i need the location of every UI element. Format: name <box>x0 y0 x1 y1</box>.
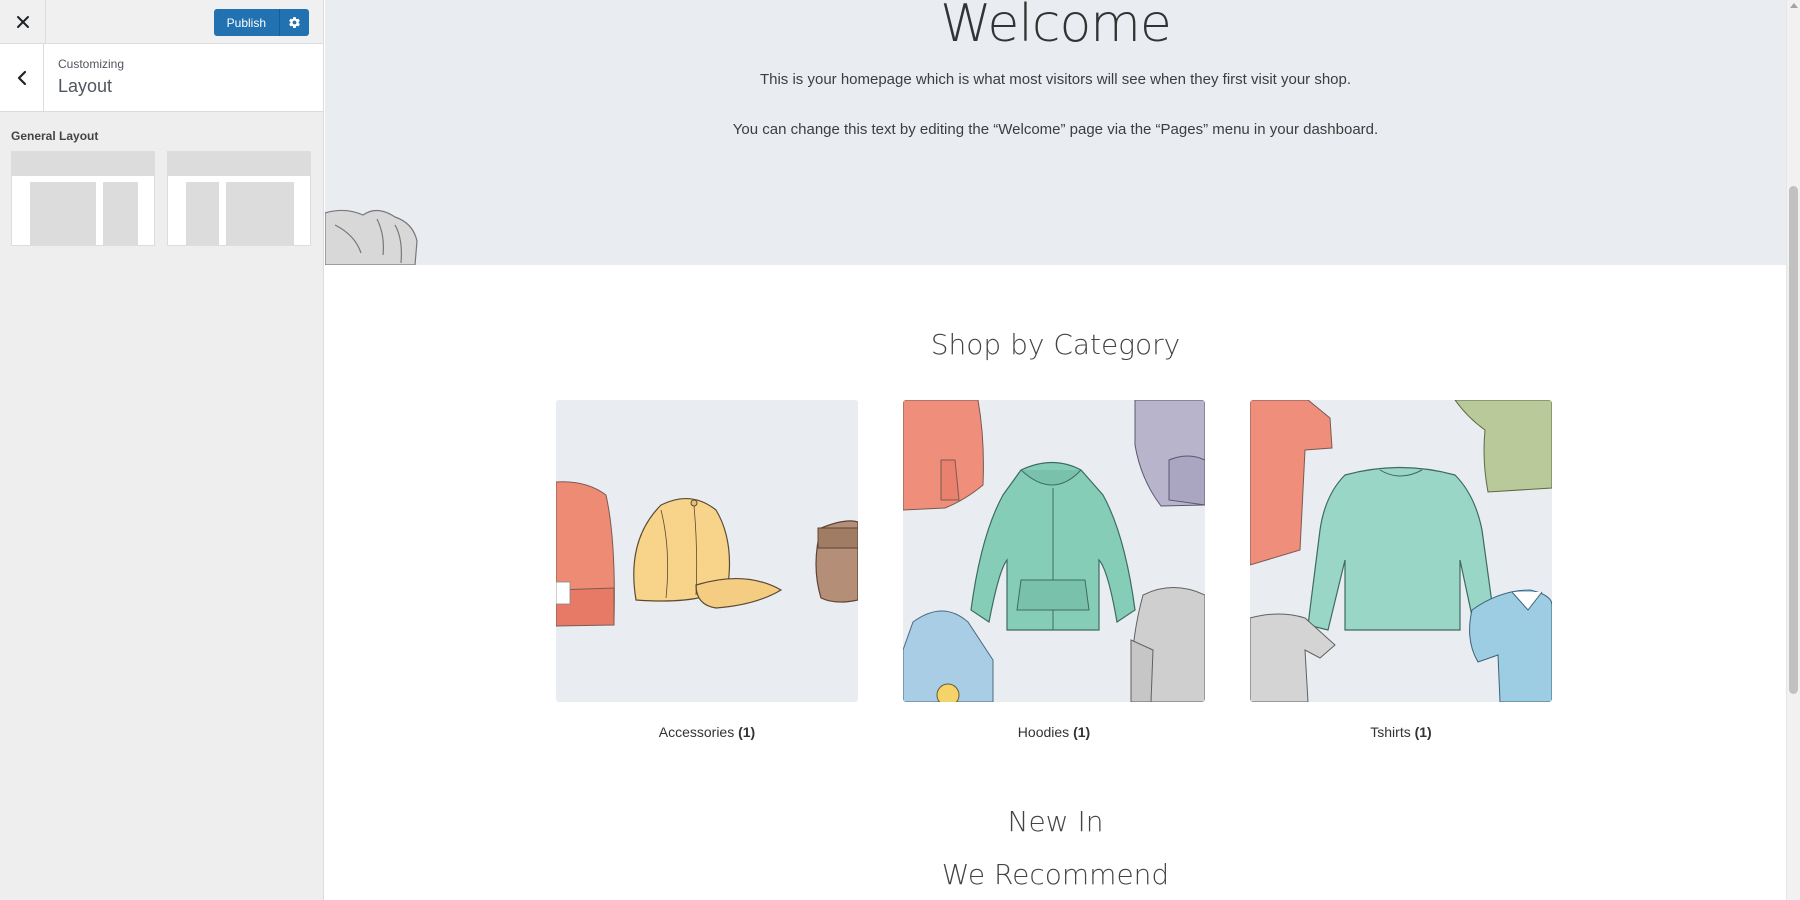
new-in-title: New In <box>1007 805 1104 838</box>
layout-sidebar-block <box>103 182 138 245</box>
layout-options <box>11 151 323 246</box>
preview-scrollbar[interactable] <box>1786 0 1800 900</box>
category-label[interactable]: Hoodies (1) <box>903 724 1205 740</box>
tshirts-image[interactable] <box>1250 400 1552 702</box>
scrollbar-thumb[interactable] <box>1789 186 1798 694</box>
chevron-left-icon <box>17 70 26 85</box>
back-button[interactable] <box>0 44 44 111</box>
accessories-image[interactable] <box>556 400 858 702</box>
page-title: Welcome <box>940 0 1172 54</box>
gear-icon <box>289 17 300 28</box>
layout-header-block <box>168 152 310 176</box>
category-count: (1) <box>1073 724 1091 740</box>
category-card-accessories[interactable]: Accessories (1) <box>556 400 858 740</box>
layout-content-block <box>226 182 294 245</box>
publish-button[interactable]: Publish <box>213 9 279 36</box>
hero-text-2: You can change this text by editing the … <box>732 121 1379 138</box>
layout-option-right-sidebar[interactable] <box>11 151 155 246</box>
publish-settings-button[interactable] <box>279 9 309 36</box>
hero-text-1: This is your homepage which is what most… <box>759 71 1352 88</box>
customizer-sidebar: Publish Customizing Layout General Layou… <box>0 0 324 900</box>
layout-header-block <box>12 152 154 176</box>
category-card-hoodies[interactable]: Hoodies (1) <box>903 400 1205 740</box>
panel-header: Customizing Layout <box>0 44 323 112</box>
category-name: Tshirts <box>1370 724 1411 740</box>
layout-sidebar-block <box>186 182 219 245</box>
category-label[interactable]: Tshirts (1) <box>1250 724 1552 740</box>
scroll-up-arrow-icon[interactable] <box>1790 3 1798 8</box>
layout-option-left-sidebar[interactable] <box>167 151 311 246</box>
close-icon <box>16 15 29 28</box>
category-name: Accessories <box>658 724 735 740</box>
layout-content-block <box>30 182 96 245</box>
category-grid: Accessories (1) Hoodies (1) Tshirts (1) <box>556 400 1552 740</box>
category-count: (1) <box>1414 724 1432 740</box>
site-preview: Welcome This is your homepage which is w… <box>325 0 1786 900</box>
publish-group: Publish <box>213 9 309 36</box>
section-label: General Layout <box>11 129 99 143</box>
category-count: (1) <box>738 724 756 740</box>
close-customizer-button[interactable] <box>0 0 46 43</box>
hoodie-illustration <box>325 209 418 265</box>
category-card-tshirts[interactable]: Tshirts (1) <box>1250 400 1552 740</box>
customizer-header-actions: Publish <box>0 0 323 44</box>
category-label[interactable]: Accessories (1) <box>556 724 858 740</box>
panel-title: Layout <box>58 76 113 96</box>
breadcrumb: Customizing <box>58 57 125 71</box>
category-name: Hoodies <box>1017 724 1070 740</box>
we-recommend-title: We Recommend <box>941 858 1170 891</box>
hoodies-image[interactable] <box>903 400 1205 702</box>
welcome-hero: Welcome This is your homepage which is w… <box>325 0 1786 265</box>
shop-by-category-title: Shop by Category <box>930 328 1181 361</box>
